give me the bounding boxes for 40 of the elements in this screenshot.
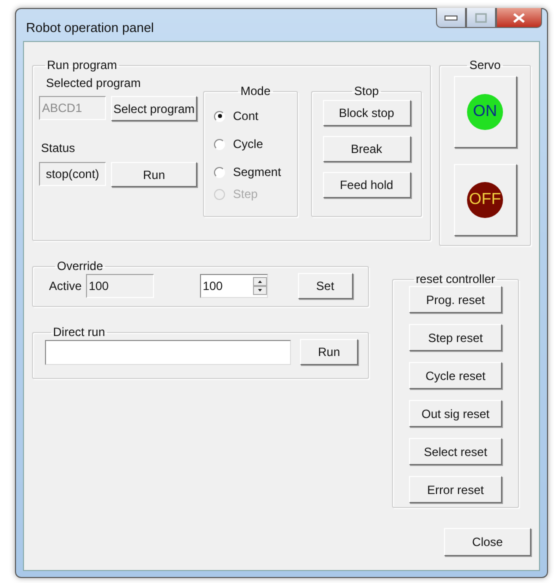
close-button[interactable] bbox=[496, 8, 542, 28]
group-label: Mode bbox=[239, 84, 272, 98]
command-input-field[interactable] bbox=[45, 340, 291, 364]
spin-arrows-icon bbox=[252, 277, 267, 295]
stop-button[interactable]: Feed hold bbox=[322, 172, 410, 198]
group-label: Run program bbox=[46, 58, 118, 72]
select-program-button[interactable]: Select program bbox=[111, 96, 197, 121]
window-title: Robot operation panel bbox=[25, 18, 154, 34]
field-label: Selected program bbox=[46, 76, 142, 90]
run-button[interactable]: Run bbox=[300, 339, 358, 365]
run-button[interactable]: Run bbox=[111, 162, 197, 187]
group-label: Stop bbox=[353, 84, 380, 98]
servo-button[interactable]: ON bbox=[454, 76, 516, 148]
stop-button[interactable]: Break bbox=[322, 136, 410, 162]
close-icon bbox=[513, 12, 525, 22]
close-button[interactable]: Close bbox=[444, 528, 531, 556]
reset-button[interactable]: Cycle reset bbox=[409, 362, 502, 389]
servo-button[interactable]: OFF bbox=[454, 164, 516, 236]
reset-button[interactable]: Prog. reset bbox=[409, 286, 502, 313]
set-button[interactable]: Set bbox=[298, 273, 353, 299]
spin-field[interactable]: 100 bbox=[200, 274, 268, 298]
group-label: Direct run bbox=[52, 325, 106, 339]
field-label: Status bbox=[41, 141, 76, 155]
reset-button[interactable]: Out sig reset bbox=[409, 400, 502, 427]
status-field: stop(cont) bbox=[39, 162, 106, 186]
reset-button[interactable]: Step reset bbox=[409, 324, 502, 351]
radio-option[interactable]: Cont bbox=[214, 102, 297, 130]
group-label: Servo bbox=[468, 58, 502, 72]
group-label: Override bbox=[56, 259, 104, 273]
radio-option[interactable]: Cycle bbox=[214, 130, 297, 158]
group-label: reset controller bbox=[414, 272, 496, 286]
minimize-icon bbox=[444, 14, 458, 20]
program-field: ABCD1 bbox=[39, 96, 106, 120]
active-field: 100 bbox=[86, 274, 154, 298]
maximize-icon bbox=[475, 12, 487, 22]
reset-button[interactable]: Select reset bbox=[409, 438, 502, 465]
minimize-button[interactable] bbox=[436, 8, 466, 28]
stop-button[interactable]: Block stop bbox=[322, 100, 410, 126]
reset-button[interactable]: Error reset bbox=[409, 476, 502, 503]
field-label: Active bbox=[49, 279, 82, 293]
